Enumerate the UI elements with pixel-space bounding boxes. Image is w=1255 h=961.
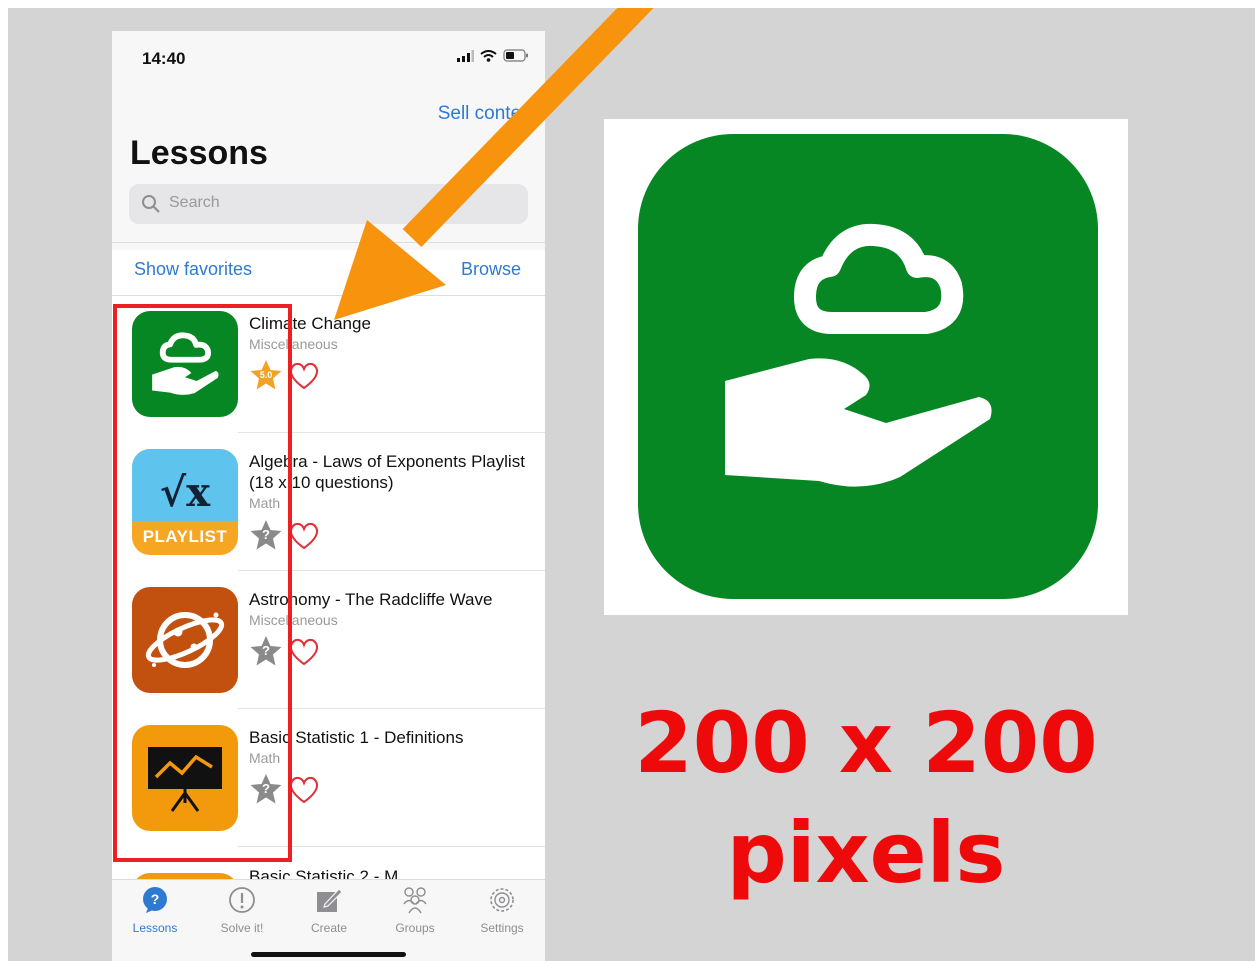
unit-caption: pixels	[726, 804, 1006, 902]
slide-canvas: 14:40 Sell content Lessons Search Show f…	[8, 8, 1255, 961]
size-caption: 200 x 200	[634, 694, 1098, 792]
app-icon-preview-frame	[604, 119, 1128, 615]
cloud-hand-icon	[638, 134, 1098, 599]
